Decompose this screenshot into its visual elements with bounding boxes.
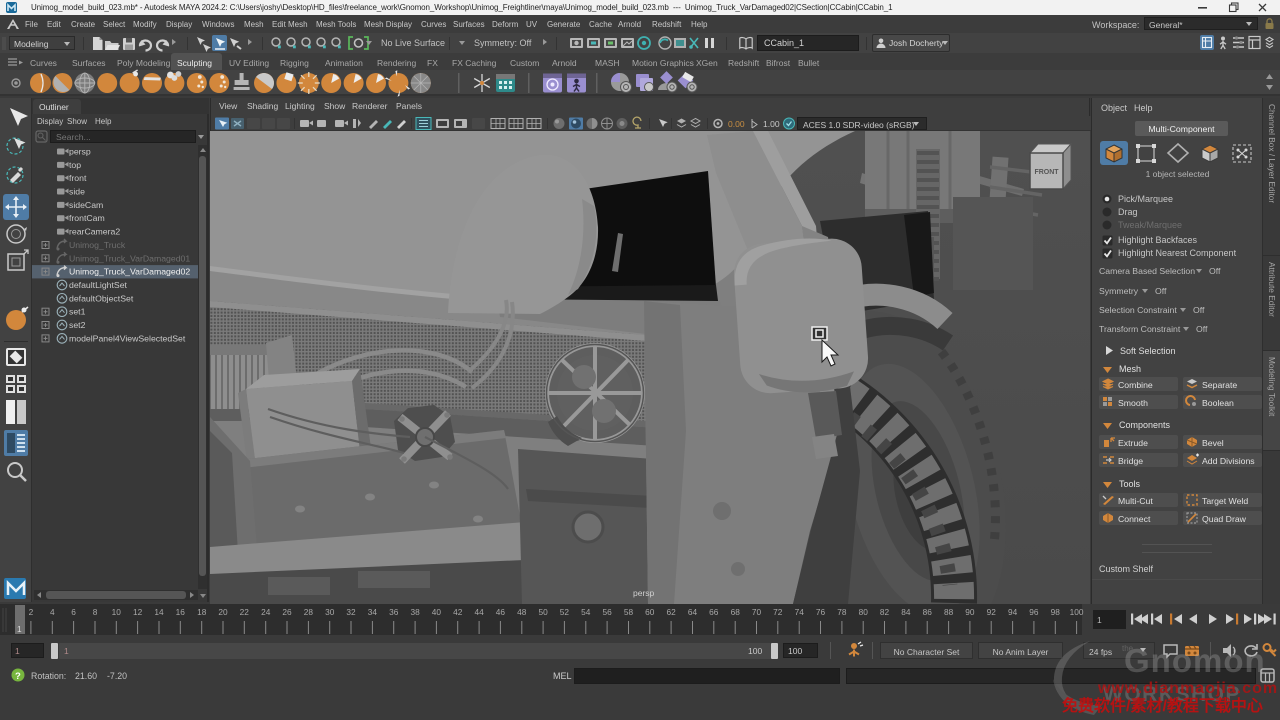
svg-text:32: 32	[346, 607, 356, 617]
svg-text:rearCamera2: rearCamera2	[69, 227, 120, 237]
svg-text:set2: set2	[69, 320, 86, 330]
svg-text:4: 4	[50, 607, 55, 617]
svg-text:100: 100	[1070, 607, 1084, 617]
svg-text:modelPanel4ViewSelectedSet: modelPanel4ViewSelectedSet	[69, 333, 186, 343]
svg-text:side: side	[69, 187, 85, 197]
svg-text:1.00: 1.00	[763, 119, 780, 129]
svg-text:58: 58	[624, 607, 634, 617]
svg-text:defaultLightSet: defaultLightSet	[69, 280, 128, 290]
svg-text:10: 10	[112, 607, 122, 617]
svg-text:Gnomon: Gnomon	[1124, 642, 1266, 679]
svg-text:免费软件/素材/教程下载中心: 免费软件/素材/教程下载中心	[1062, 696, 1263, 715]
svg-text:66: 66	[709, 607, 719, 617]
svg-text:90: 90	[965, 607, 975, 617]
svg-text:12: 12	[133, 607, 143, 617]
svg-text:76: 76	[816, 607, 826, 617]
svg-text:94: 94	[1008, 607, 1018, 617]
svg-text:72: 72	[773, 607, 783, 617]
svg-text:36: 36	[389, 607, 399, 617]
svg-text:20: 20	[218, 607, 228, 617]
svg-text:8: 8	[93, 607, 98, 617]
svg-text:46: 46	[496, 607, 506, 617]
svg-text:www.dianmaojia.com: www.dianmaojia.com	[1097, 680, 1278, 697]
svg-text:98: 98	[1051, 607, 1061, 617]
svg-text:86: 86	[923, 607, 933, 617]
svg-text:84: 84	[901, 607, 911, 617]
svg-text:defaultObjectSet: defaultObjectSet	[69, 293, 134, 303]
svg-text:14: 14	[154, 607, 164, 617]
svg-text:Unimog_Truck_VarDamaged02: Unimog_Truck_VarDamaged02	[69, 267, 190, 277]
svg-text:92: 92	[987, 607, 997, 617]
svg-text:26: 26	[282, 607, 292, 617]
svg-text:62: 62	[666, 607, 676, 617]
svg-text:?: ?	[15, 671, 21, 682]
svg-text:68: 68	[731, 607, 741, 617]
svg-text:16: 16	[176, 607, 186, 617]
svg-text:6: 6	[71, 607, 76, 617]
svg-text:52: 52	[560, 607, 570, 617]
svg-text:1: 1	[1097, 615, 1102, 625]
svg-text:Unimog_Truck_VarDamaged01: Unimog_Truck_VarDamaged01	[69, 253, 190, 263]
svg-text:FRONT: FRONT	[1034, 169, 1059, 176]
svg-text:40: 40	[432, 607, 442, 617]
svg-text:42: 42	[453, 607, 463, 617]
svg-text:50: 50	[538, 607, 548, 617]
svg-text:top: top	[69, 160, 81, 170]
svg-text:70: 70	[752, 607, 762, 617]
svg-text:persp: persp	[69, 147, 91, 157]
svg-text:18: 18	[197, 607, 207, 617]
svg-text:48: 48	[517, 607, 527, 617]
svg-text:2: 2	[29, 607, 34, 617]
svg-text:22: 22	[240, 607, 250, 617]
svg-text:60: 60	[645, 607, 655, 617]
svg-text:34: 34	[368, 607, 378, 617]
svg-text:64: 64	[688, 607, 698, 617]
svg-text:1: 1	[17, 624, 22, 634]
svg-text:30: 30	[325, 607, 335, 617]
svg-text:sideCam: sideCam	[69, 200, 103, 210]
svg-text:80: 80	[859, 607, 869, 617]
svg-text:0.00: 0.00	[728, 119, 745, 129]
svg-text:24: 24	[261, 607, 271, 617]
svg-text:88: 88	[944, 607, 954, 617]
svg-text:78: 78	[837, 607, 847, 617]
svg-text:44: 44	[474, 607, 484, 617]
svg-text:54: 54	[581, 607, 591, 617]
svg-text:set1: set1	[69, 307, 86, 317]
svg-text:persp: persp	[633, 588, 655, 598]
svg-text:74: 74	[795, 607, 805, 617]
svg-text:82: 82	[880, 607, 890, 617]
svg-text:Unimog_Truck: Unimog_Truck	[69, 240, 126, 250]
svg-text:front: front	[69, 173, 87, 183]
svg-text:frontCam: frontCam	[69, 213, 105, 223]
svg-text:56: 56	[602, 607, 612, 617]
svg-text:28: 28	[304, 607, 314, 617]
svg-text:38: 38	[410, 607, 420, 617]
svg-text:96: 96	[1029, 607, 1039, 617]
